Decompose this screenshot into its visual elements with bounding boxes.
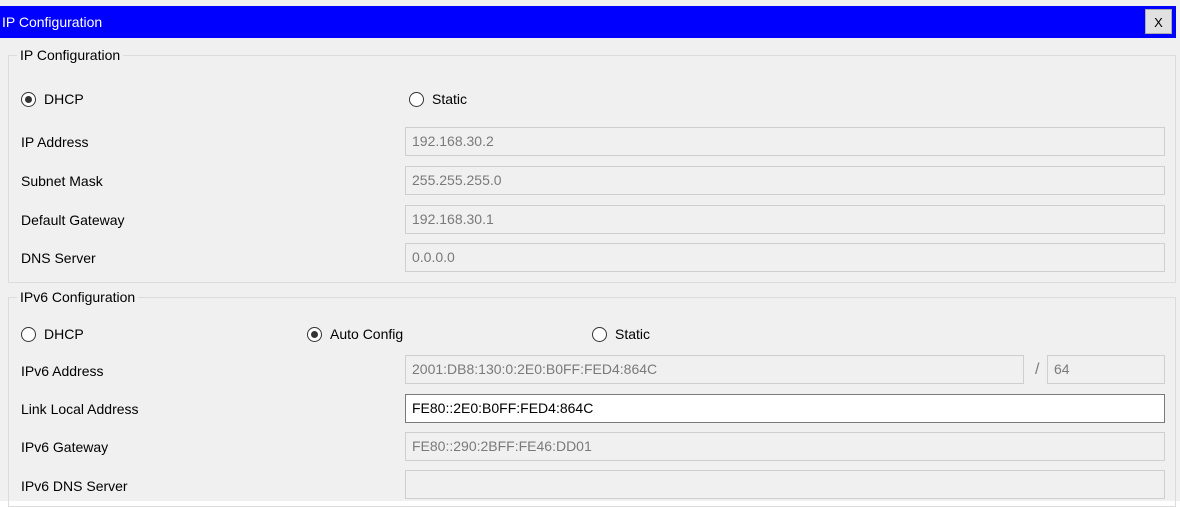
- ip-address-label: IP Address: [21, 134, 89, 150]
- ipv6-dhcp-label: DHCP: [44, 326, 84, 342]
- ipv6-address-label: IPv6 Address: [21, 363, 104, 379]
- ipv6-prefix-field[interactable]: 64: [1047, 355, 1165, 384]
- link-local-address-field[interactable]: FE80::2E0:B0FF:FED4:864C: [405, 394, 1165, 423]
- ipv4-dhcp-radio-circle: [21, 91, 36, 107]
- ipv4-static-label: Static: [432, 91, 468, 107]
- ipv6-auto-config-radio-circle: [307, 326, 322, 342]
- default-gateway-label: Default Gateway: [21, 212, 125, 228]
- ipv6-gateway-label: IPv6 Gateway: [21, 439, 109, 455]
- ipv6-dns-server-field[interactable]: [405, 470, 1165, 499]
- ipv4-dhcp-radio[interactable]: DHCP: [21, 90, 84, 108]
- ip-address-field[interactable]: 192.168.30.2: [405, 127, 1165, 156]
- ipv4-dhcp-label: DHCP: [44, 91, 84, 107]
- link-local-address-label: Link Local Address: [21, 401, 139, 417]
- ipv6-dhcp-radio[interactable]: DHCP: [21, 325, 84, 343]
- subnet-mask-label: Subnet Mask: [21, 173, 103, 189]
- ipv6-static-radio-circle: [592, 326, 607, 342]
- ipv6-auto-config-label: Auto Config: [330, 326, 404, 342]
- prefix-separator: /: [1035, 361, 1040, 378]
- title-bar: IP Configuration X: [0, 6, 1176, 38]
- subnet-mask-field[interactable]: 255.255.255.0: [405, 166, 1165, 195]
- ipv6-gateway-field[interactable]: FE80::290:2BFF:FE46:DD01: [405, 432, 1165, 461]
- ipv4-static-radio[interactable]: Static: [409, 90, 467, 108]
- default-gateway-field[interactable]: 192.168.30.1: [405, 205, 1165, 234]
- ipv6-static-label: Static: [615, 326, 651, 342]
- dns-server-label: DNS Server: [21, 250, 96, 266]
- ipv6-address-field[interactable]: 2001:DB8:130:0:2E0:B0FF:FED4:864C: [405, 355, 1024, 384]
- dns-server-field[interactable]: 0.0.0.0: [405, 243, 1165, 272]
- close-button[interactable]: X: [1145, 9, 1172, 34]
- ip-configuration-window: IP Configuration X IP Configuration DHCP…: [0, 0, 1180, 507]
- ipv6-static-radio[interactable]: Static: [592, 325, 650, 343]
- window-title: IP Configuration: [2, 14, 103, 30]
- ipv4-static-radio-circle: [409, 91, 424, 107]
- ipv6-auto-config-radio[interactable]: Auto Config: [307, 325, 403, 343]
- ipv4-legend: IP Configuration: [17, 47, 124, 63]
- ipv6-legend: IPv6 Configuration: [17, 289, 139, 305]
- ipv6-dhcp-radio-circle: [21, 326, 36, 342]
- ipv6-dns-server-label: IPv6 DNS Server: [21, 478, 128, 494]
